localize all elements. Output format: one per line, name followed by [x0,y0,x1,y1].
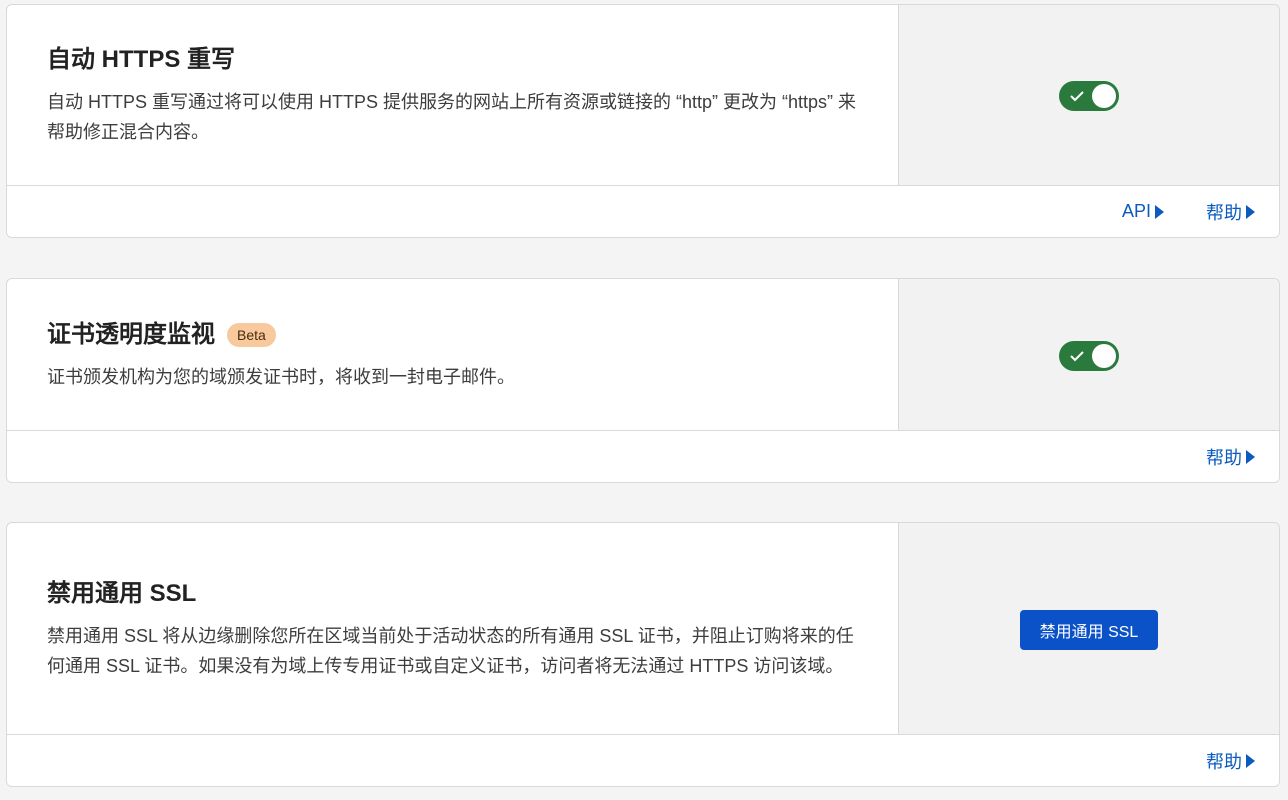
disable-ssl-card: 禁用通用 SSL 禁用通用 SSL 将从边缘删除您所在区域当前处于活动状态的所有… [6,522,1280,787]
toggle-knob [1092,343,1116,368]
help-link[interactable]: 帮助 [1206,444,1255,470]
disable-universal-ssl-button[interactable]: 禁用通用 SSL [1019,609,1159,650]
ct-monitoring-toggle[interactable] [1059,340,1119,371]
disable-ssl-body: 禁用通用 SSL 禁用通用 SSL 将从边缘删除您所在区域当前处于活动状态的所有… [7,523,898,736]
disable-ssl-footer: 帮助 [7,734,1279,786]
caret-right-icon [1155,204,1164,219]
disable-ssl-title: 禁用通用 SSL [47,579,197,607]
api-link-label: API [1121,201,1151,221]
toggle-knob [1092,84,1116,108]
beta-badge: Beta [227,322,276,347]
ct-monitoring-control-panel [898,279,1279,432]
ct-monitoring-body: 证书透明度监视 Beta 证书颁发机构为您的域颁发证书时，将收到一封电子邮件。 [7,279,898,432]
https-rewrite-body: 自动 HTTPS 重写 自动 HTTPS 重写通过将可以使用 HTTPS 提供服… [7,5,898,187]
ct-monitoring-description: 证书颁发机构为您的域颁发证书时，将收到一封电子邮件。 [47,366,515,387]
https-rewrite-description: 自动 HTTPS 重写通过将可以使用 HTTPS 提供服务的网站上所有资源或链接… [47,92,857,142]
ct-monitoring-footer: 帮助 [7,430,1279,482]
help-link[interactable]: 帮助 [1206,748,1255,774]
https-rewrite-toggle[interactable] [1059,81,1119,111]
https-rewrite-footer: API 帮助 [7,185,1279,237]
help-link-label: 帮助 [1206,751,1242,772]
caret-right-icon [1246,204,1255,219]
check-icon [1070,350,1084,361]
caret-right-icon [1246,449,1255,464]
api-link[interactable]: API [1122,201,1164,222]
disable-ssl-control-panel: 禁用通用 SSL [898,523,1279,736]
disable-ssl-description: 禁用通用 SSL 将从边缘删除您所在区域当前处于活动状态的所有通用 SSL 证书… [47,625,854,676]
https-rewrite-control-panel [898,5,1279,187]
https-rewrite-card: 自动 HTTPS 重写 自动 HTTPS 重写通过将可以使用 HTTPS 提供服… [6,4,1280,238]
check-icon [1070,91,1084,102]
ct-monitoring-card: 证书透明度监视 Beta 证书颁发机构为您的域颁发证书时，将收到一封电子邮件。 … [6,278,1280,483]
help-link[interactable]: 帮助 [1206,199,1255,225]
ct-monitoring-title: 证书透明度监视 [47,320,215,348]
help-link-label: 帮助 [1206,447,1242,468]
help-link-label: 帮助 [1206,202,1242,223]
https-rewrite-title: 自动 HTTPS 重写 [47,46,236,73]
caret-right-icon [1246,753,1255,768]
